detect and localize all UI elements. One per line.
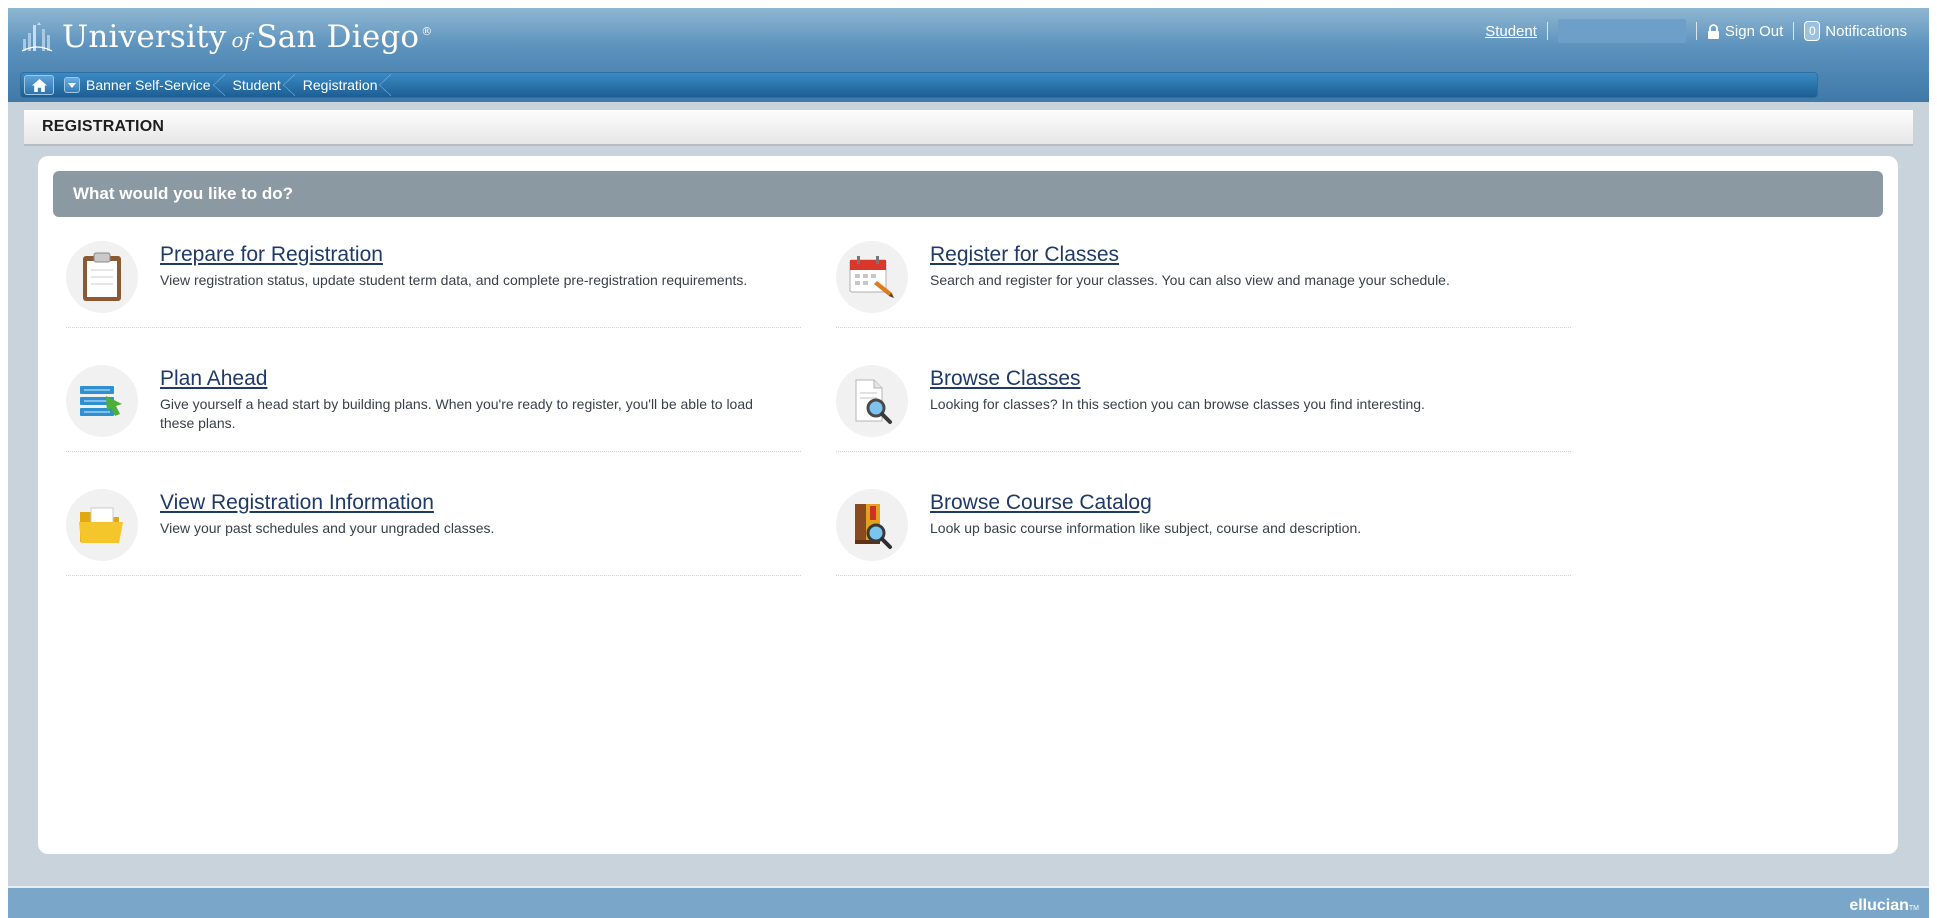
plan-ahead-link[interactable]: Plan Ahead — [160, 367, 267, 391]
user-name-field[interactable] — [1557, 19, 1686, 43]
trademark-mark: TM — [1908, 905, 1919, 912]
book-search-icon — [855, 504, 892, 549]
item-description: Give yourself a head start by building p… — [160, 396, 753, 431]
item-description: View registration status, update student… — [160, 272, 748, 288]
sign-out-button[interactable]: Sign Out — [1707, 23, 1783, 40]
user-menu: Student Sign Out 0 Notifications — [1485, 19, 1907, 43]
divider — [1695, 22, 1697, 40]
logo-registered-mark: ® — [421, 25, 433, 38]
item-description: Search and register for your classes. Yo… — [930, 272, 1450, 288]
notifications-label: Notifications — [1825, 22, 1907, 40]
breadcrumb-menu-toggle[interactable] — [64, 77, 80, 93]
logo-text-university: University — [62, 19, 227, 55]
browse-course-catalog-link[interactable]: Browse Course Catalog — [930, 491, 1152, 515]
view-registration-information-link[interactable]: View Registration Information — [160, 491, 434, 515]
item-description: View your past schedules and your ungrad… — [160, 520, 495, 536]
item-description: Look up basic course information like su… — [930, 520, 1362, 536]
notification-count-badge: 0 — [1804, 21, 1821, 41]
notifications-button[interactable]: 0 Notifications — [1804, 21, 1907, 41]
item-description: Looking for classes? In this section you… — [930, 396, 1425, 412]
breadcrumb: Banner Self-Service Student Registration — [20, 72, 1818, 98]
folder-icon — [79, 507, 123, 543]
ellucian-logo: ellucianTM — [1849, 897, 1919, 915]
list-item-view-registration-information: View Registration Information View your … — [66, 489, 801, 576]
header: University of San Diego ® Student Sign O… — [8, 8, 1929, 102]
icon-circle — [66, 365, 138, 437]
register-for-classes-link[interactable]: Register for Classes — [930, 243, 1119, 267]
home-icon — [31, 78, 47, 92]
clipboard-icon — [83, 252, 121, 301]
icon-circle — [836, 241, 908, 313]
document-search-icon — [855, 379, 892, 424]
footer: ellucianTM — [8, 886, 1929, 918]
ellucian-logo-text: ellucian — [1849, 897, 1909, 914]
calendar-pencil-icon — [849, 256, 894, 298]
app-frame: University of San Diego ® Student Sign O… — [8, 8, 1929, 918]
list-item-plan-ahead: Plan Ahead Give yourself a head start by… — [66, 365, 801, 452]
sign-out-label: Sign Out — [1724, 22, 1784, 40]
student-link[interactable]: Student — [1485, 23, 1537, 40]
page-title: REGISTRATION — [42, 118, 165, 135]
home-button[interactable] — [24, 75, 54, 95]
university-logo[interactable]: University of San Diego ® — [20, 15, 433, 59]
breadcrumb-item-banner-self-service[interactable]: Banner Self-Service — [80, 73, 225, 97]
list-item-browse-classes: Browse Classes Looking for classes? In t… — [836, 365, 1571, 452]
icon-circle — [66, 241, 138, 313]
divider — [1793, 22, 1795, 40]
university-logo-icon — [21, 22, 53, 52]
stacked-plans-icon — [80, 386, 122, 416]
list-item-register-for-classes: Register for Classes Search and register… — [836, 241, 1571, 328]
caret-down-icon — [68, 82, 76, 88]
page-title-bar: REGISTRATION — [24, 110, 1913, 146]
main-panel: What would you like to do? Prepare for R… — [38, 156, 1898, 854]
logo-text-san-diego: San Diego — [256, 19, 420, 55]
question-header: What would you like to do? — [53, 171, 1883, 217]
icon-circle — [836, 365, 908, 437]
icon-circle — [836, 489, 908, 561]
prepare-for-registration-link[interactable]: Prepare for Registration — [160, 243, 383, 267]
browse-classes-link[interactable]: Browse Classes — [930, 367, 1081, 391]
icon-circle — [66, 489, 138, 561]
list-item-browse-course-catalog: Browse Course Catalog Look up basic cour… — [836, 489, 1571, 576]
breadcrumb-item-student[interactable]: Student — [225, 73, 296, 97]
logo-text-of: of — [231, 28, 252, 52]
divider — [1546, 22, 1548, 40]
question-text: What would you like to do? — [73, 184, 294, 203]
breadcrumb-item-registration[interactable]: Registration — [295, 73, 392, 97]
list-item-prepare-for-registration: Prepare for Registration View registrati… — [66, 241, 801, 328]
lock-icon — [1707, 23, 1719, 39]
